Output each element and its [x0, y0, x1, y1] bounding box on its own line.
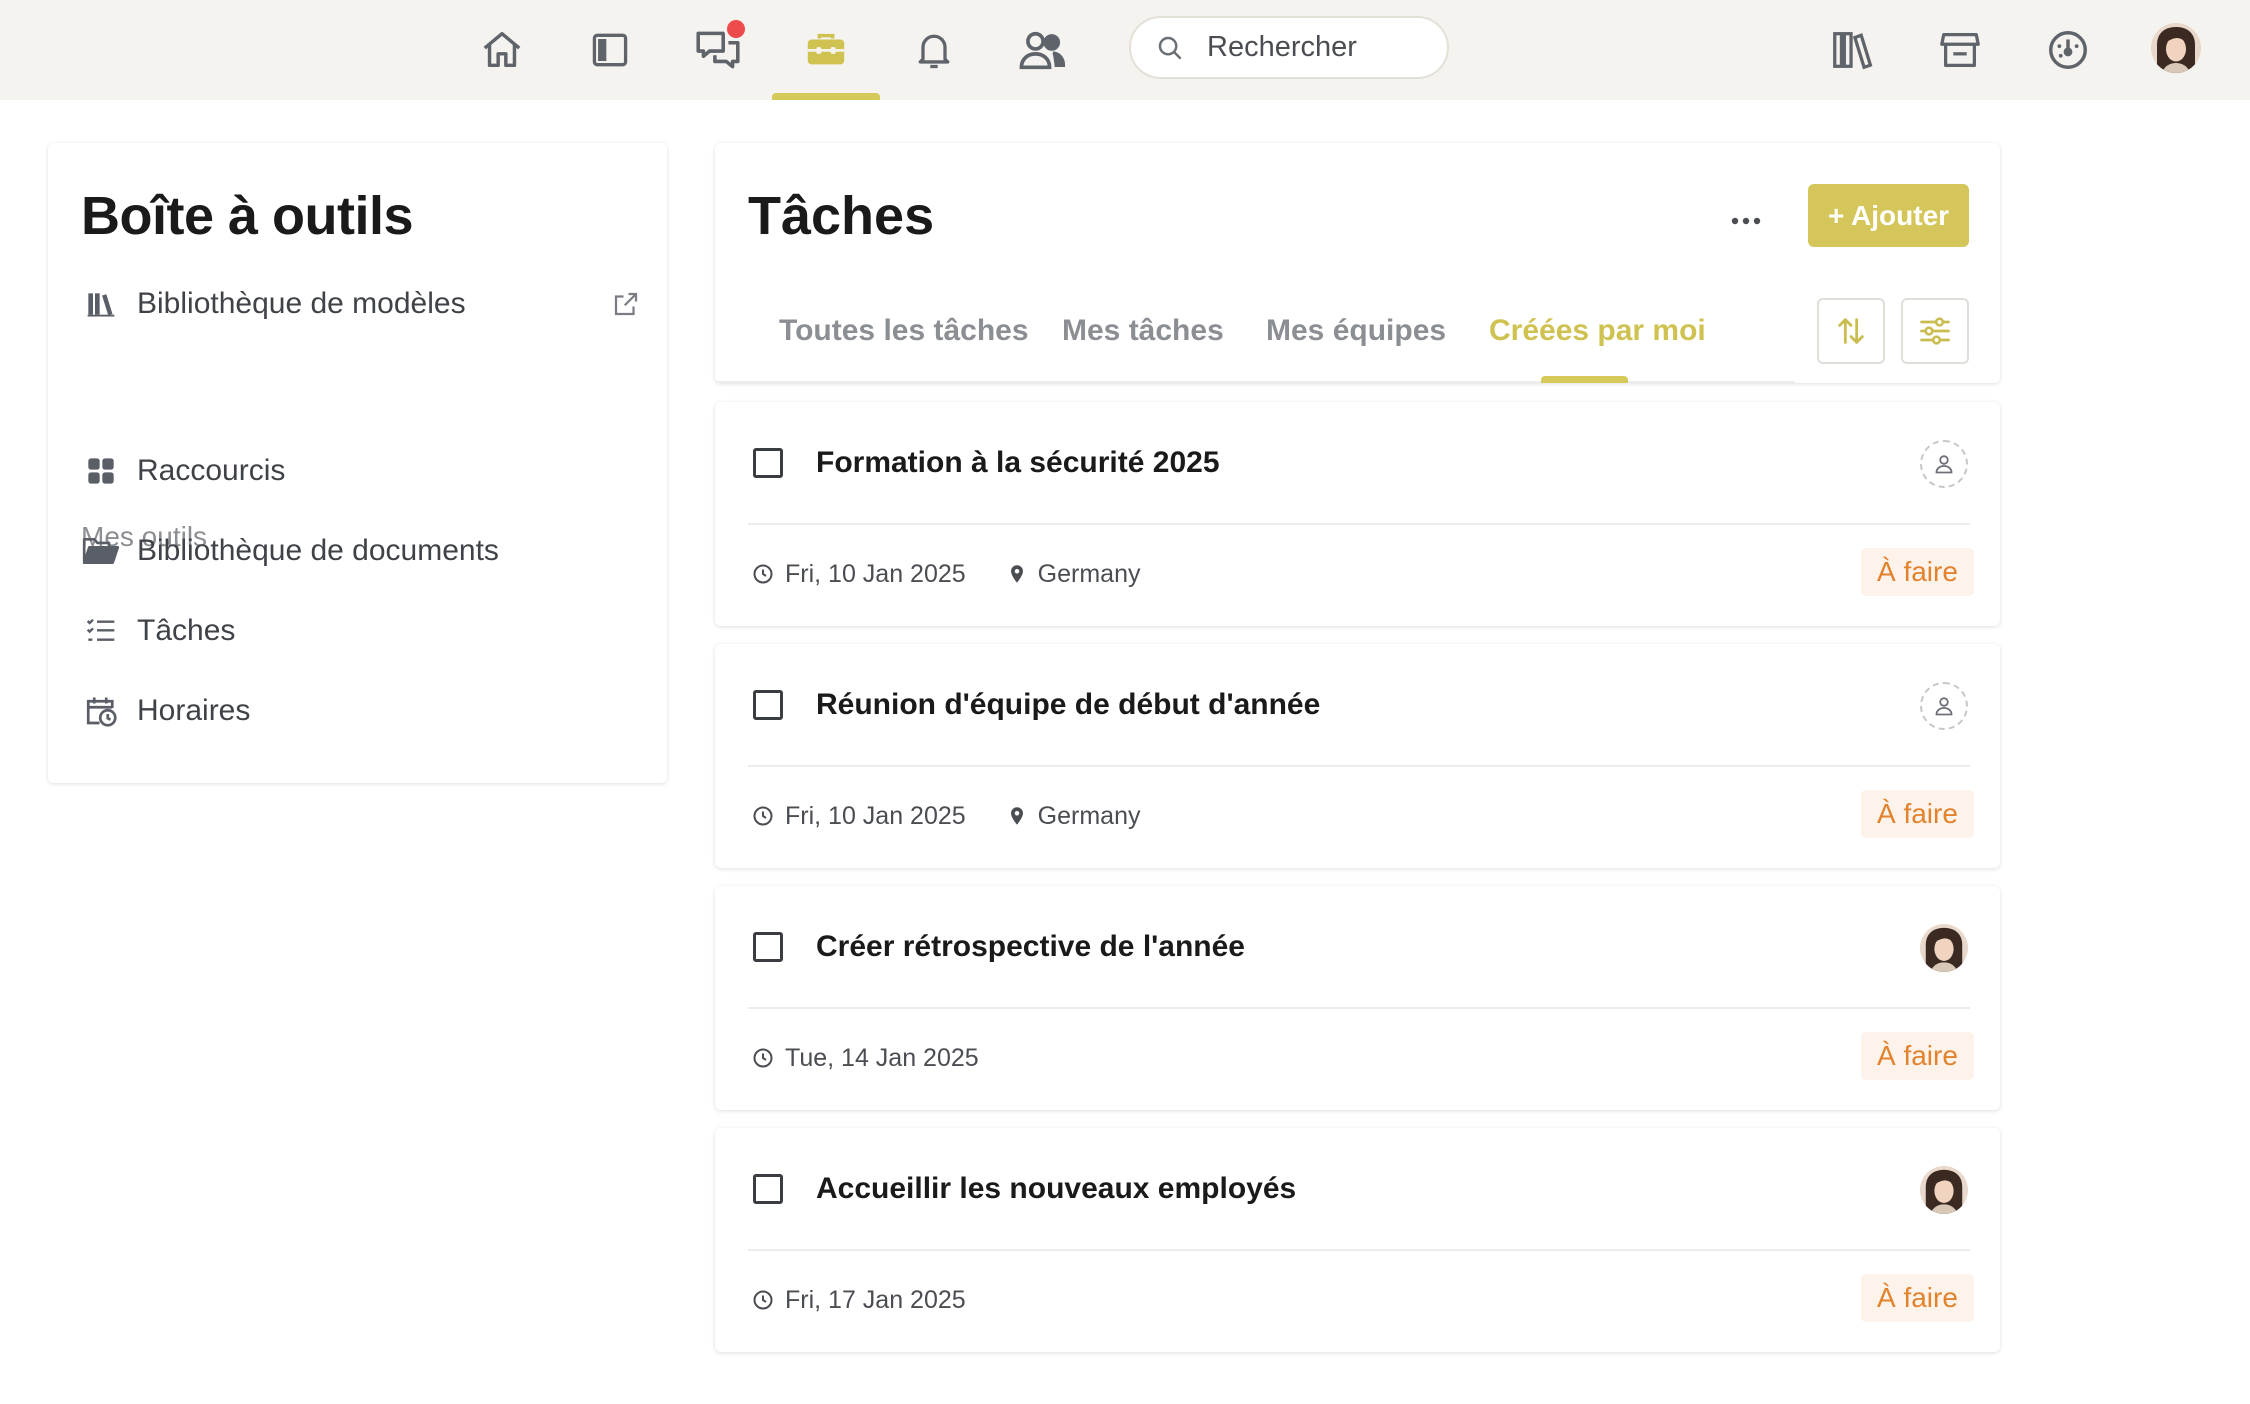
active-tab-indicator — [1541, 376, 1628, 383]
clock-icon — [751, 804, 775, 828]
unassigned-user-icon[interactable] — [1920, 682, 1968, 730]
template-library-link[interactable]: Bibliothèque de modèles — [81, 276, 641, 332]
active-nav-indicator — [772, 93, 880, 100]
task-checkbox[interactable] — [753, 690, 783, 720]
clock-icon — [751, 1046, 775, 1070]
assignee-avatar[interactable] — [1920, 1166, 1968, 1214]
briefcase-icon[interactable] — [796, 20, 856, 80]
search-icon — [1155, 33, 1185, 63]
location-pin-icon — [1006, 804, 1028, 828]
add-task-button[interactable]: + Ajouter — [1808, 184, 1969, 247]
tasks-header-card: Tâches + Ajouter Toutes les tâches Mes t… — [715, 143, 2000, 383]
tabs-divider — [715, 381, 1795, 383]
sort-button[interactable] — [1817, 298, 1885, 364]
task-date: Tue, 14 Jan 2025 — [785, 1043, 979, 1072]
status-badge: À faire — [1861, 790, 1974, 838]
task-checkbox[interactable] — [753, 932, 783, 962]
task-title[interactable]: Créer rétrospective de l'année — [816, 930, 1245, 964]
task-date: Fri, 10 Jan 2025 — [785, 559, 966, 588]
store-icon[interactable] — [1930, 20, 1990, 80]
task-divider — [748, 1249, 1970, 1251]
task-title[interactable]: Accueillir les nouveaux employés — [816, 1172, 1296, 1206]
tab-my-teams[interactable]: Mes équipes — [1266, 314, 1446, 348]
user-avatar[interactable] — [2151, 23, 2201, 73]
task-date: Fri, 10 Jan 2025 — [785, 801, 966, 830]
task-title[interactable]: Formation à la sécurité 2025 — [816, 446, 1220, 480]
page-title: Tâches — [748, 186, 935, 246]
task-divider — [748, 1007, 1970, 1009]
tab-created-by-me[interactable]: Créées par moi — [1489, 314, 1706, 348]
location-pin-icon — [1006, 562, 1028, 586]
task-card[interactable]: Accueillir les nouveaux employés Fri, 17… — [715, 1128, 2000, 1352]
task-location: Germany — [1037, 559, 1141, 588]
sort-icon — [1838, 318, 1864, 344]
task-date: Fri, 17 Jan 2025 — [785, 1285, 966, 1314]
sidebar-item-label: Horaires — [137, 694, 251, 727]
task-card[interactable]: Formation à la sécurité 2025 Fri, 10 Jan… — [715, 402, 2000, 626]
tab-my-tasks[interactable]: Mes tâches — [1062, 314, 1224, 348]
grid-icon — [81, 451, 121, 491]
users-icon[interactable] — [1012, 20, 1072, 80]
task-card[interactable]: Réunion d'équipe de début d'année Fri, 1… — [715, 644, 2000, 868]
books-icon — [81, 284, 121, 324]
task-checkbox[interactable] — [753, 1174, 783, 1204]
search-bar[interactable] — [1129, 16, 1449, 79]
sidebar-item-label: Tâches — [137, 614, 236, 647]
dashboard-icon[interactable] — [2038, 20, 2098, 80]
task-divider — [748, 765, 1970, 767]
calendar-clock-icon — [81, 691, 121, 731]
assignee-avatar[interactable] — [1920, 924, 1968, 972]
task-meta: Fri, 17 Jan 2025 — [751, 1280, 966, 1320]
sidebar-item-tasks[interactable]: Tâches — [81, 603, 641, 659]
library-icon[interactable] — [1822, 20, 1882, 80]
unassigned-user-icon[interactable] — [1920, 440, 1968, 488]
chat-notification-dot — [724, 17, 748, 41]
checklist-icon — [81, 611, 121, 651]
task-title[interactable]: Réunion d'équipe de début d'année — [816, 688, 1320, 722]
sidebar-title: Boîte à outils — [81, 186, 414, 246]
sidebar-item-shortcuts[interactable]: Raccourcis — [81, 443, 641, 499]
sliders-icon — [1920, 317, 1950, 345]
sidebar-item-schedules[interactable]: Horaires — [81, 683, 641, 739]
sidebar-item-label: Raccourcis — [137, 454, 286, 487]
sidebar-item-label: Bibliothèque de documents — [137, 534, 499, 567]
sidebar-item-document-library[interactable]: Bibliothèque de documents — [81, 523, 641, 579]
task-meta: Tue, 14 Jan 2025 — [751, 1038, 979, 1078]
folder-icon — [81, 531, 121, 571]
task-location: Germany — [1037, 801, 1141, 830]
task-meta: Fri, 10 Jan 2025 Germany — [751, 554, 1140, 594]
more-options-button[interactable] — [1720, 203, 1772, 239]
home-icon[interactable] — [472, 20, 532, 80]
task-meta: Fri, 10 Jan 2025 Germany — [751, 796, 1140, 836]
bell-icon[interactable] — [904, 20, 964, 80]
status-badge: À faire — [1861, 548, 1974, 596]
ellipsis-icon — [1731, 217, 1761, 225]
tab-all-tasks[interactable]: Toutes les tâches — [779, 314, 1029, 348]
top-navigation-bar — [0, 0, 2250, 100]
clock-icon — [751, 1288, 775, 1312]
task-divider — [748, 523, 1970, 525]
search-input[interactable] — [1207, 31, 1427, 64]
clock-icon — [751, 562, 775, 586]
status-badge: À faire — [1861, 1032, 1974, 1080]
external-link-icon[interactable] — [611, 289, 641, 319]
sidebar-panel-icon[interactable] — [580, 20, 640, 80]
status-badge: À faire — [1861, 1274, 1974, 1322]
filter-button[interactable] — [1901, 298, 1969, 364]
task-card[interactable]: Créer rétrospective de l'année Tue, 14 J… — [715, 886, 2000, 1110]
template-library-label: Bibliothèque de modèles — [137, 287, 466, 320]
toolbox-sidebar: Boîte à outils Bibliothèque de modèles M… — [48, 143, 667, 783]
task-checkbox[interactable] — [753, 448, 783, 478]
